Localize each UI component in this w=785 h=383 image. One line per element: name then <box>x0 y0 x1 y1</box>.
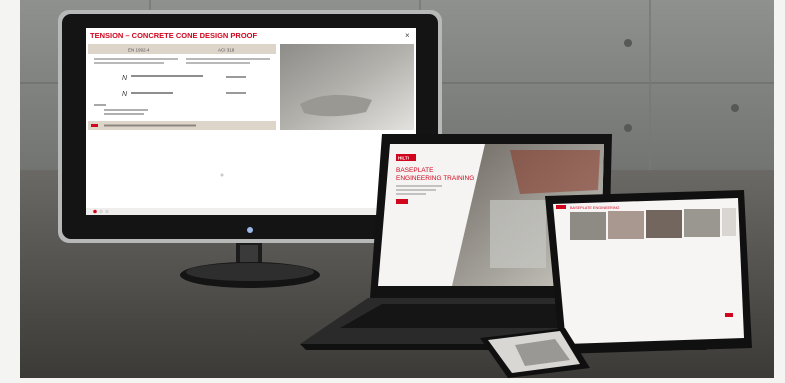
module-tile[interactable] <box>684 209 720 237</box>
start-button[interactable] <box>396 199 408 204</box>
text-line <box>396 185 442 187</box>
footer-bar <box>86 208 416 215</box>
monitor-title: TENSION – CONCRETE CONE DESIGN PROOF <box>90 31 258 40</box>
loading-dot <box>220 173 224 177</box>
text-line <box>226 92 246 94</box>
power-icon[interactable] <box>247 227 253 233</box>
brand-logo-text: HILTI <box>398 156 409 161</box>
module-tile[interactable] <box>608 211 644 239</box>
brand-logo <box>556 205 566 209</box>
text-line <box>104 113 144 115</box>
nav-dot[interactable] <box>105 209 109 214</box>
table-header-bar <box>88 44 276 54</box>
tablet: BASEPLATE ENGINEERING <box>545 190 752 354</box>
module-tile[interactable] <box>646 210 682 238</box>
monitor-stand-base <box>186 263 314 281</box>
nav-dot[interactable] <box>93 209 97 214</box>
table-header: EN 1992-4 <box>128 48 150 53</box>
next-button[interactable] <box>725 313 733 317</box>
note-text <box>104 124 196 127</box>
concrete-cone-photo <box>280 44 414 130</box>
tie-hole <box>731 104 739 112</box>
laptop-hero-photo <box>510 150 600 194</box>
tablet-header: BASEPLATE ENGINEERING <box>570 206 620 210</box>
text-line <box>396 193 426 195</box>
note-marker <box>91 124 98 127</box>
text-line <box>186 58 270 60</box>
text-line <box>396 189 436 191</box>
table-header: ACI 318 <box>218 48 235 53</box>
formula-terms <box>131 92 173 94</box>
tie-hole <box>624 124 632 132</box>
text-line <box>94 62 164 64</box>
text-line <box>226 76 246 78</box>
text-line <box>104 109 148 111</box>
text-line <box>94 58 178 60</box>
module-tile[interactable] <box>570 212 606 240</box>
tie-hole <box>624 39 632 47</box>
module-tile[interactable] <box>722 208 736 236</box>
text-line <box>94 104 106 106</box>
photo-scene: TENSION – CONCRETE CONE DESIGN PROOF × E… <box>0 0 785 378</box>
formula-terms <box>131 75 203 77</box>
nav-dot[interactable] <box>99 209 103 214</box>
laptop-hero-photo <box>490 200 546 268</box>
close-icon[interactable]: × <box>405 31 410 40</box>
text-line <box>186 62 250 64</box>
